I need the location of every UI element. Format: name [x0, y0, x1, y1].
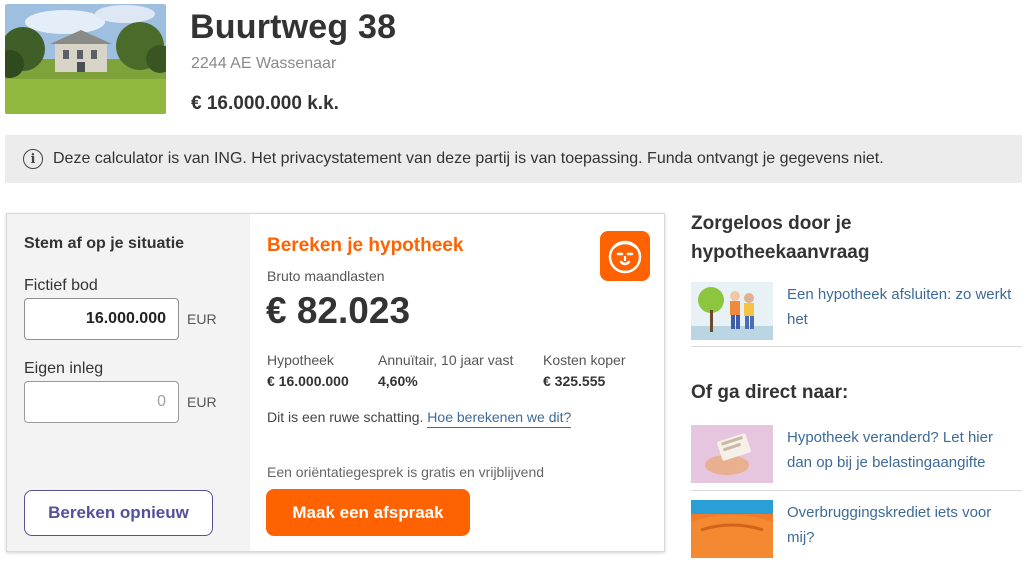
info-icon: i — [23, 149, 43, 169]
gross-monthly-label: Bruto maandlasten — [267, 268, 385, 284]
situation-panel: Stem af op je situatie Fictief bod EUR E… — [7, 214, 250, 551]
calculation-panel: Bereken je hypotheek Bruto maandlasten €… — [250, 214, 664, 551]
bid-label: Fictief bod — [24, 277, 98, 294]
interest-rate-label: Annuïtair, 10 jaar vast — [378, 352, 514, 368]
privacy-notice-text: Deze calculator is van ING. Het privacys… — [53, 150, 884, 167]
equity-input[interactable] — [24, 381, 179, 423]
make-appointment-button[interactable]: Maak een afspraak — [266, 489, 470, 536]
bid-input[interactable] — [24, 298, 179, 340]
orientation-text: Een oriëntatiegesprek is gratis en vrijb… — [267, 464, 545, 480]
mortgage-amount-value: € 16.000.000 — [267, 373, 349, 389]
mortgage-amount: Hypotheek € 16.000.000 — [267, 352, 349, 389]
sidebar-heading: Zorgeloos door je hypotheekaanvraag — [691, 213, 870, 263]
article-link[interactable]: Een hypotheek afsluiten: zo werkt het — [787, 282, 1022, 340]
buyer-costs: Kosten koper € 325.555 — [543, 352, 626, 389]
interest-rate-value: 4,60% — [378, 373, 418, 389]
interest-rate: Annuïtair, 10 jaar vast 4,60% — [378, 352, 513, 389]
mortgage-amount-label: Hypotheek — [267, 352, 334, 368]
article-mortgage-howto[interactable]: Een hypotheek afsluiten: zo werkt het — [691, 282, 1022, 340]
listing-price: € 16.000.000 k.k. — [191, 93, 339, 114]
tax-thumbnail — [691, 425, 773, 483]
gross-monthly-value: € 82.023 — [266, 290, 411, 331]
how-calculated-link[interactable]: Hoe berekenen we dit? — [427, 409, 572, 428]
tax-return-link[interactable]: Hypotheek veranderd? Let hier dan op bij… — [787, 425, 1022, 483]
direct-heading: Of ga direct naar: — [691, 382, 849, 403]
equity-unit: EUR — [187, 394, 217, 410]
divider — [691, 346, 1022, 347]
situation-title: Stem af op je situatie — [24, 235, 185, 252]
bid-unit: EUR — [187, 311, 217, 327]
listing-postal-code: 2244 AE Wassenaar — [191, 55, 337, 72]
calculation-title: Bereken je hypotheek — [267, 235, 464, 256]
bridging-loan-link[interactable]: Overbruggingskrediet iets voor mij? — [787, 500, 1022, 558]
divider — [691, 490, 1022, 491]
link-bridging-loan[interactable]: Overbruggingskrediet iets voor mij? — [691, 500, 1022, 558]
bridging-loan-thumbnail — [691, 500, 773, 558]
link-tax-return[interactable]: Hypotheek veranderd? Let hier dan op bij… — [691, 425, 1022, 483]
mortgage-calculator: Stem af op je situatie Fictief bod EUR E… — [6, 213, 665, 552]
article-thumbnail — [691, 282, 773, 340]
equity-label: Eigen inleg — [24, 360, 104, 377]
buyer-costs-value: € 325.555 — [543, 373, 606, 389]
privacy-notice: i Deze calculator is van ING. Het privac… — [5, 135, 1022, 183]
estimate-note: Dit is een ruwe schatting. Hoe berekenen… — [267, 409, 572, 428]
listing-address: Buurtweg 38 — [190, 8, 397, 46]
ing-lion-icon — [600, 231, 650, 281]
estimate-text: Dit is een ruwe schatting. — [267, 409, 424, 425]
buyer-costs-label: Kosten koper — [543, 352, 626, 368]
property-photo[interactable] — [5, 4, 166, 114]
recalculate-button[interactable]: Bereken opnieuw — [24, 490, 213, 536]
